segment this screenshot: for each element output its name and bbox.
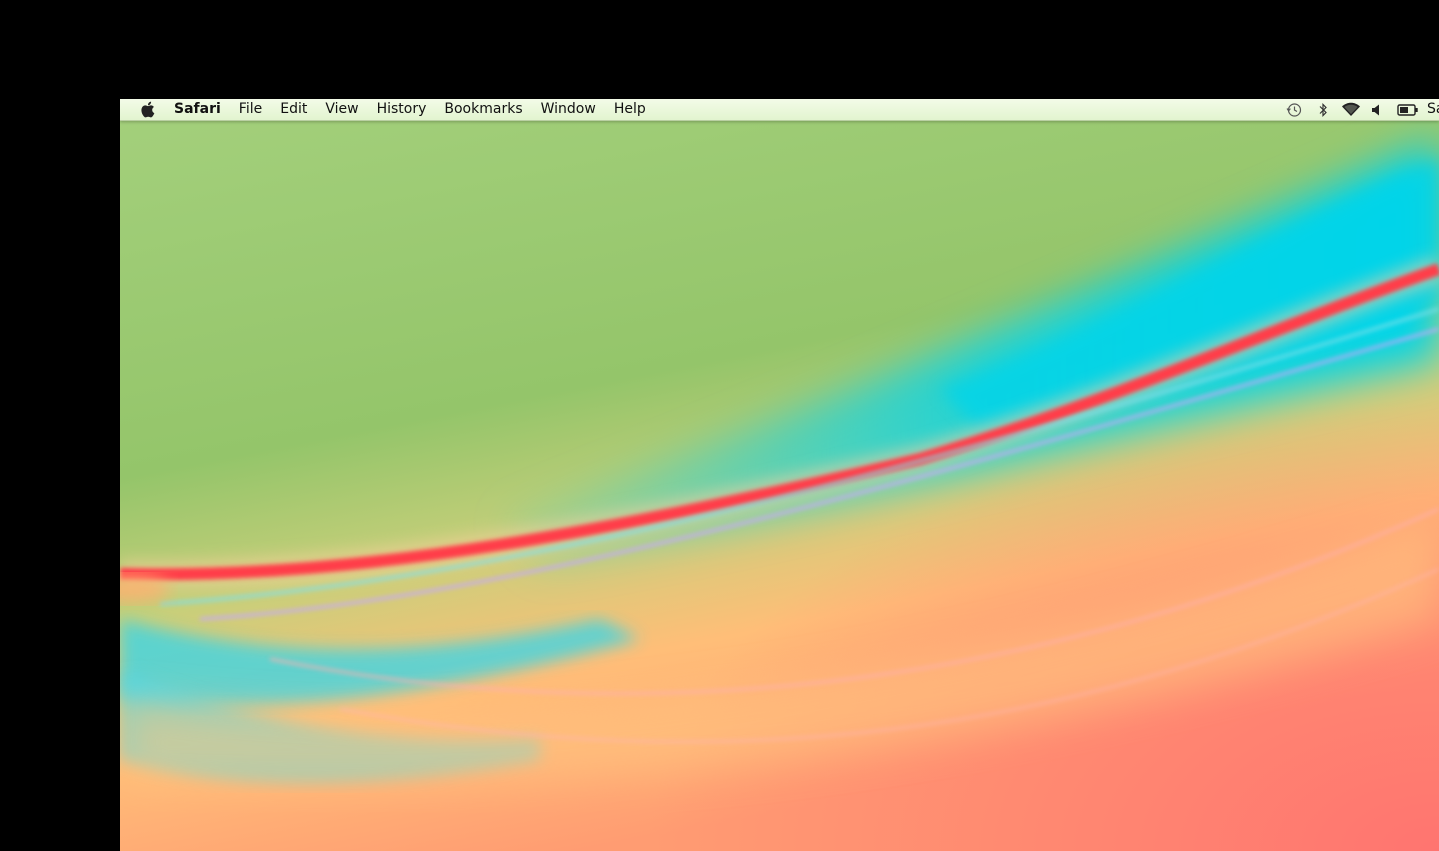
- desktop-wallpaper: [120, 99, 1439, 851]
- menu-bookmarks[interactable]: Bookmarks: [444, 99, 522, 120]
- menu-user-text[interactable]: Sa: [1427, 99, 1439, 120]
- time-machine-icon[interactable]: [1283, 99, 1305, 120]
- menu-edit[interactable]: Edit: [280, 99, 307, 120]
- volume-icon[interactable]: [1365, 99, 1387, 120]
- desktop-screen: Safari File Edit View History Bookmarks …: [120, 99, 1439, 851]
- menu-view[interactable]: View: [325, 99, 358, 120]
- wifi-icon[interactable]: [1339, 99, 1363, 120]
- menu-window[interactable]: Window: [541, 99, 596, 120]
- menu-history[interactable]: History: [377, 99, 427, 120]
- battery-icon[interactable]: [1393, 99, 1423, 120]
- apple-icon[interactable]: [139, 101, 155, 119]
- menu-app-name[interactable]: Safari: [174, 99, 221, 120]
- menu-file[interactable]: File: [239, 99, 262, 120]
- bluetooth-icon[interactable]: [1311, 99, 1335, 120]
- menu-bar: Safari File Edit View History Bookmarks …: [120, 99, 1439, 121]
- menu-help[interactable]: Help: [614, 99, 646, 120]
